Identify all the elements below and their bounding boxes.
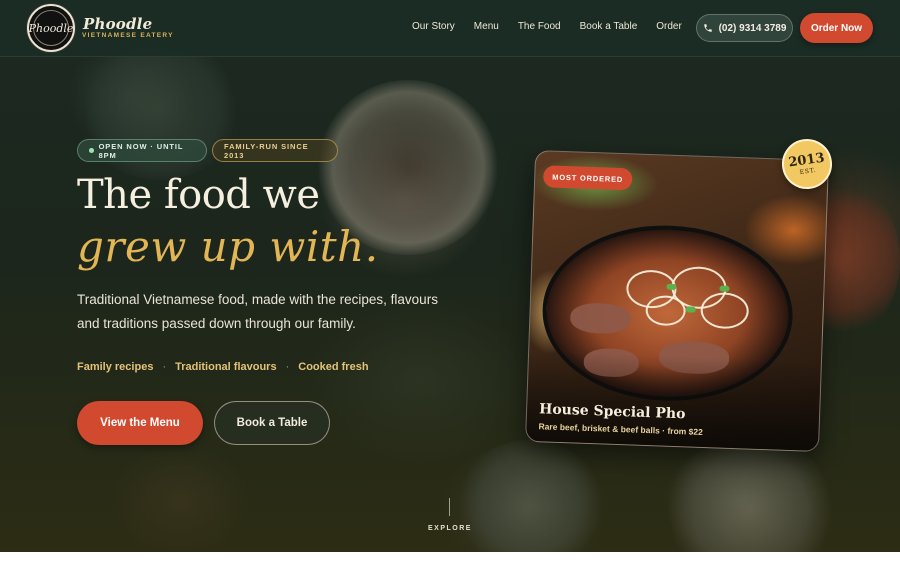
herb-garnish-image <box>685 306 696 313</box>
most-ordered-badge: MOST ORDERED <box>542 165 633 191</box>
logo-script-text: Phoodle <box>28 21 74 35</box>
established-label: EST. <box>799 166 817 176</box>
feature-item: Traditional flavours <box>175 361 277 373</box>
phone-icon <box>703 24 712 32</box>
order-now-button[interactable]: Order Now <box>800 13 873 43</box>
scroll-indicator-line <box>449 498 450 516</box>
nav-link-book-a-table[interactable]: Book a Table <box>580 21 638 32</box>
top-navigation: Phoodle Phoodle VIETNAMESE EATERY Our St… <box>0 0 900 57</box>
hero-description: Traditional Vietnamese food, made with t… <box>77 292 438 331</box>
nav-link-the-food[interactable]: The Food <box>518 21 561 32</box>
headline-line-2: grew up with. <box>77 222 379 271</box>
beef-slice-image <box>569 302 631 335</box>
phone-button[interactable]: (02) 9314 3789 <box>696 14 793 42</box>
status-dot-icon <box>89 148 94 153</box>
feature-separator: · <box>162 361 167 373</box>
open-status-badge: OPEN NOW · UNTIL 8PM <box>77 139 207 162</box>
headline-line-1: The food we <box>77 172 320 218</box>
hero-section: Phoodle Phoodle VIETNAMESE EATERY Our St… <box>0 0 900 552</box>
herb-garnish-image <box>719 285 730 292</box>
background-plate-image <box>455 440 605 552</box>
feature-item: Family recipes <box>77 361 154 373</box>
restaurant-logo-badge[interactable]: Phoodle <box>27 4 75 52</box>
family-run-badge: FAMILY-RUN SINCE 2013 <box>212 139 338 162</box>
brand-name[interactable]: Phoodle <box>83 15 152 33</box>
phone-number: (02) 9314 3789 <box>718 22 787 34</box>
brand-tagline: VIETNAMESE EATERY <box>82 32 174 39</box>
nav-link-our-story[interactable]: Our Story <box>412 21 455 32</box>
herb-garnish-image <box>666 283 677 290</box>
feature-separator: · <box>285 361 290 373</box>
nav-links: Our Story Menu The Food Book a Table Ord… <box>412 21 682 32</box>
background-plate-image <box>660 440 840 552</box>
explore-scroll-link[interactable]: EXPLORE <box>420 525 480 532</box>
book-table-button[interactable]: Book a Table <box>214 401 330 445</box>
open-status-text: OPEN NOW · UNTIL 8PM <box>98 141 184 160</box>
logo-inner-ring: Phoodle <box>29 10 73 46</box>
nav-link-menu[interactable]: Menu <box>474 21 499 32</box>
feature-item: Cooked fresh <box>298 361 369 373</box>
feature-list: Family recipes · Traditional flavours · … <box>77 361 369 373</box>
featured-dish-card[interactable]: MOST ORDERED House Special Pho Rare beef… <box>524 149 830 453</box>
nav-link-order[interactable]: Order <box>656 21 682 32</box>
view-menu-button[interactable]: View the Menu <box>77 401 203 445</box>
family-run-text: FAMILY-RUN SINCE 2013 <box>224 141 309 160</box>
